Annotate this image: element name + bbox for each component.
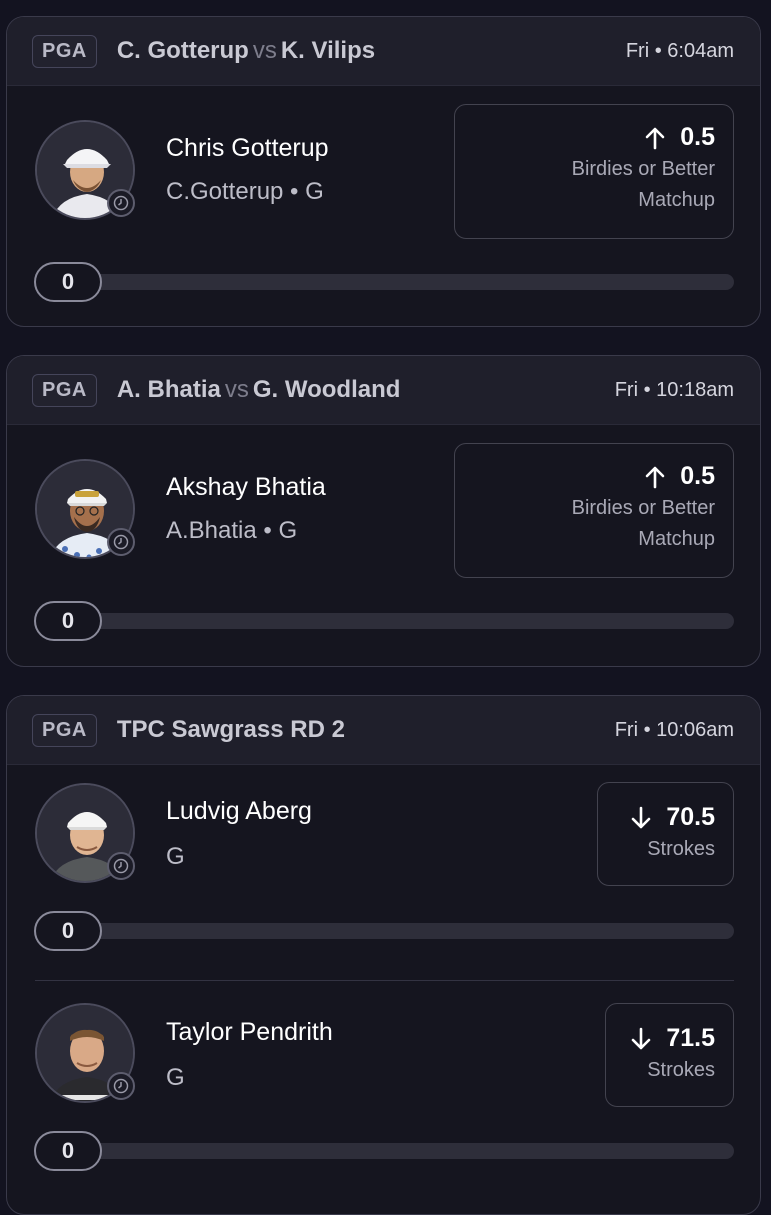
stat-type: Strokes [647,1059,715,1081]
player-a: A. Bhatia [116,376,221,403]
progress-bar: 0 [34,911,734,951]
line-number: 0.5 [680,462,715,490]
progress-bar: 0 [34,262,734,302]
projection-box[interactable]: 0.5 Birdies or Better Matchup [454,443,734,578]
game-time: Fri • 10:06am [614,718,734,741]
clock-icon [107,528,135,556]
pick-card[interactable]: PGA A. Bhatia vs G. Woodland Fri • 10:18am… [6,355,761,667]
line-value: 71.5 [624,1024,715,1053]
clock-icon [107,189,135,217]
line-number: 71.5 [666,1024,715,1052]
player-row: Akshay Bhatia A.Bhatia • G 0.5 Birdies o… [7,425,760,646]
stat-type-detail: Matchup [638,189,715,211]
progress-bar: 0 [34,601,734,641]
player-b: K. Vilips [280,37,376,64]
projection-box[interactable]: 70.5 Strokes [597,782,734,886]
game-time: Fri • 6:04am [625,39,734,62]
player-row: Ludvig Aberg G 70.5 Strokes 0 [7,765,760,981]
line-number: 70.5 [666,803,715,831]
player-name: Taylor Pendrith [166,1018,333,1046]
line-value: 0.5 [473,462,715,491]
player-name: Akshay Bhatia [166,473,326,501]
player-team-position: C.Gotterup • G [166,178,324,205]
game-time: Fri • 10:18am [614,378,734,401]
arrow-down-icon [632,1027,651,1049]
progress-track [64,274,734,290]
player-row: Chris Gotterup C.Gotterup • G 0.5 Birdie… [7,86,760,307]
stat-type: Birdies or Better [571,158,715,180]
player-team-position: G [166,843,185,870]
pick-card[interactable]: PGA TPC Sawgrass RD 2 Fri • 10:06am Ludv… [6,695,761,1215]
progress-track [64,613,734,629]
arrow-up-icon [645,127,665,149]
progress-bar: 0 [34,1131,734,1171]
matchup-title: C. Gotterup vs K. Vilips [117,37,375,65]
player-team-position: A.Bhatia • G [166,517,298,544]
stat-type-detail: Matchup [638,528,715,550]
projection-box[interactable]: 0.5 Birdies or Better Matchup [454,104,734,239]
player-team-position: G [166,1064,185,1091]
pick-card[interactable]: PGA C. Gotterup vs K. Vilips Fri • 6:04am … [6,16,761,327]
line-value: 70.5 [616,803,715,832]
stat-type: Strokes [647,838,715,860]
player-b: G. Woodland [252,376,401,403]
league-badge: PGA [32,373,97,407]
league-badge: PGA [32,34,97,68]
stat-type: Birdies or Better [571,497,715,519]
matchup-title: A. Bhatia vs G. Woodland [117,376,401,404]
line-number: 0.5 [680,123,715,151]
vs-label: vs [252,37,277,64]
card-header: PGA C. Gotterup vs K. Vilips Fri • 6:04am [7,17,760,86]
progress-track [64,923,734,939]
player-row: Taylor Pendrith G 71.5 Strokes 0 [7,980,760,1200]
clock-icon [107,852,135,880]
progress-value: 0 [34,1131,102,1171]
player-name: Ludvig Aberg [166,797,312,825]
progress-value: 0 [34,911,102,951]
arrow-down-icon [632,806,651,828]
arrow-up-icon [645,466,665,488]
card-header: PGA A. Bhatia vs G. Woodland Fri • 10:18am [7,356,760,425]
player-a: C. Gotterup [116,37,249,64]
clock-icon [107,1072,135,1100]
progress-value: 0 [34,601,102,641]
line-value: 0.5 [473,123,715,152]
event-title: TPC Sawgrass RD 2 [116,716,345,743]
progress-track [64,1143,734,1159]
card-header: PGA TPC Sawgrass RD 2 Fri • 10:06am [7,696,760,765]
player-name: Chris Gotterup [166,134,329,162]
projection-box[interactable]: 71.5 Strokes [605,1003,734,1107]
vs-label: vs [224,376,249,403]
progress-value: 0 [34,262,102,302]
league-badge: PGA [32,713,97,747]
